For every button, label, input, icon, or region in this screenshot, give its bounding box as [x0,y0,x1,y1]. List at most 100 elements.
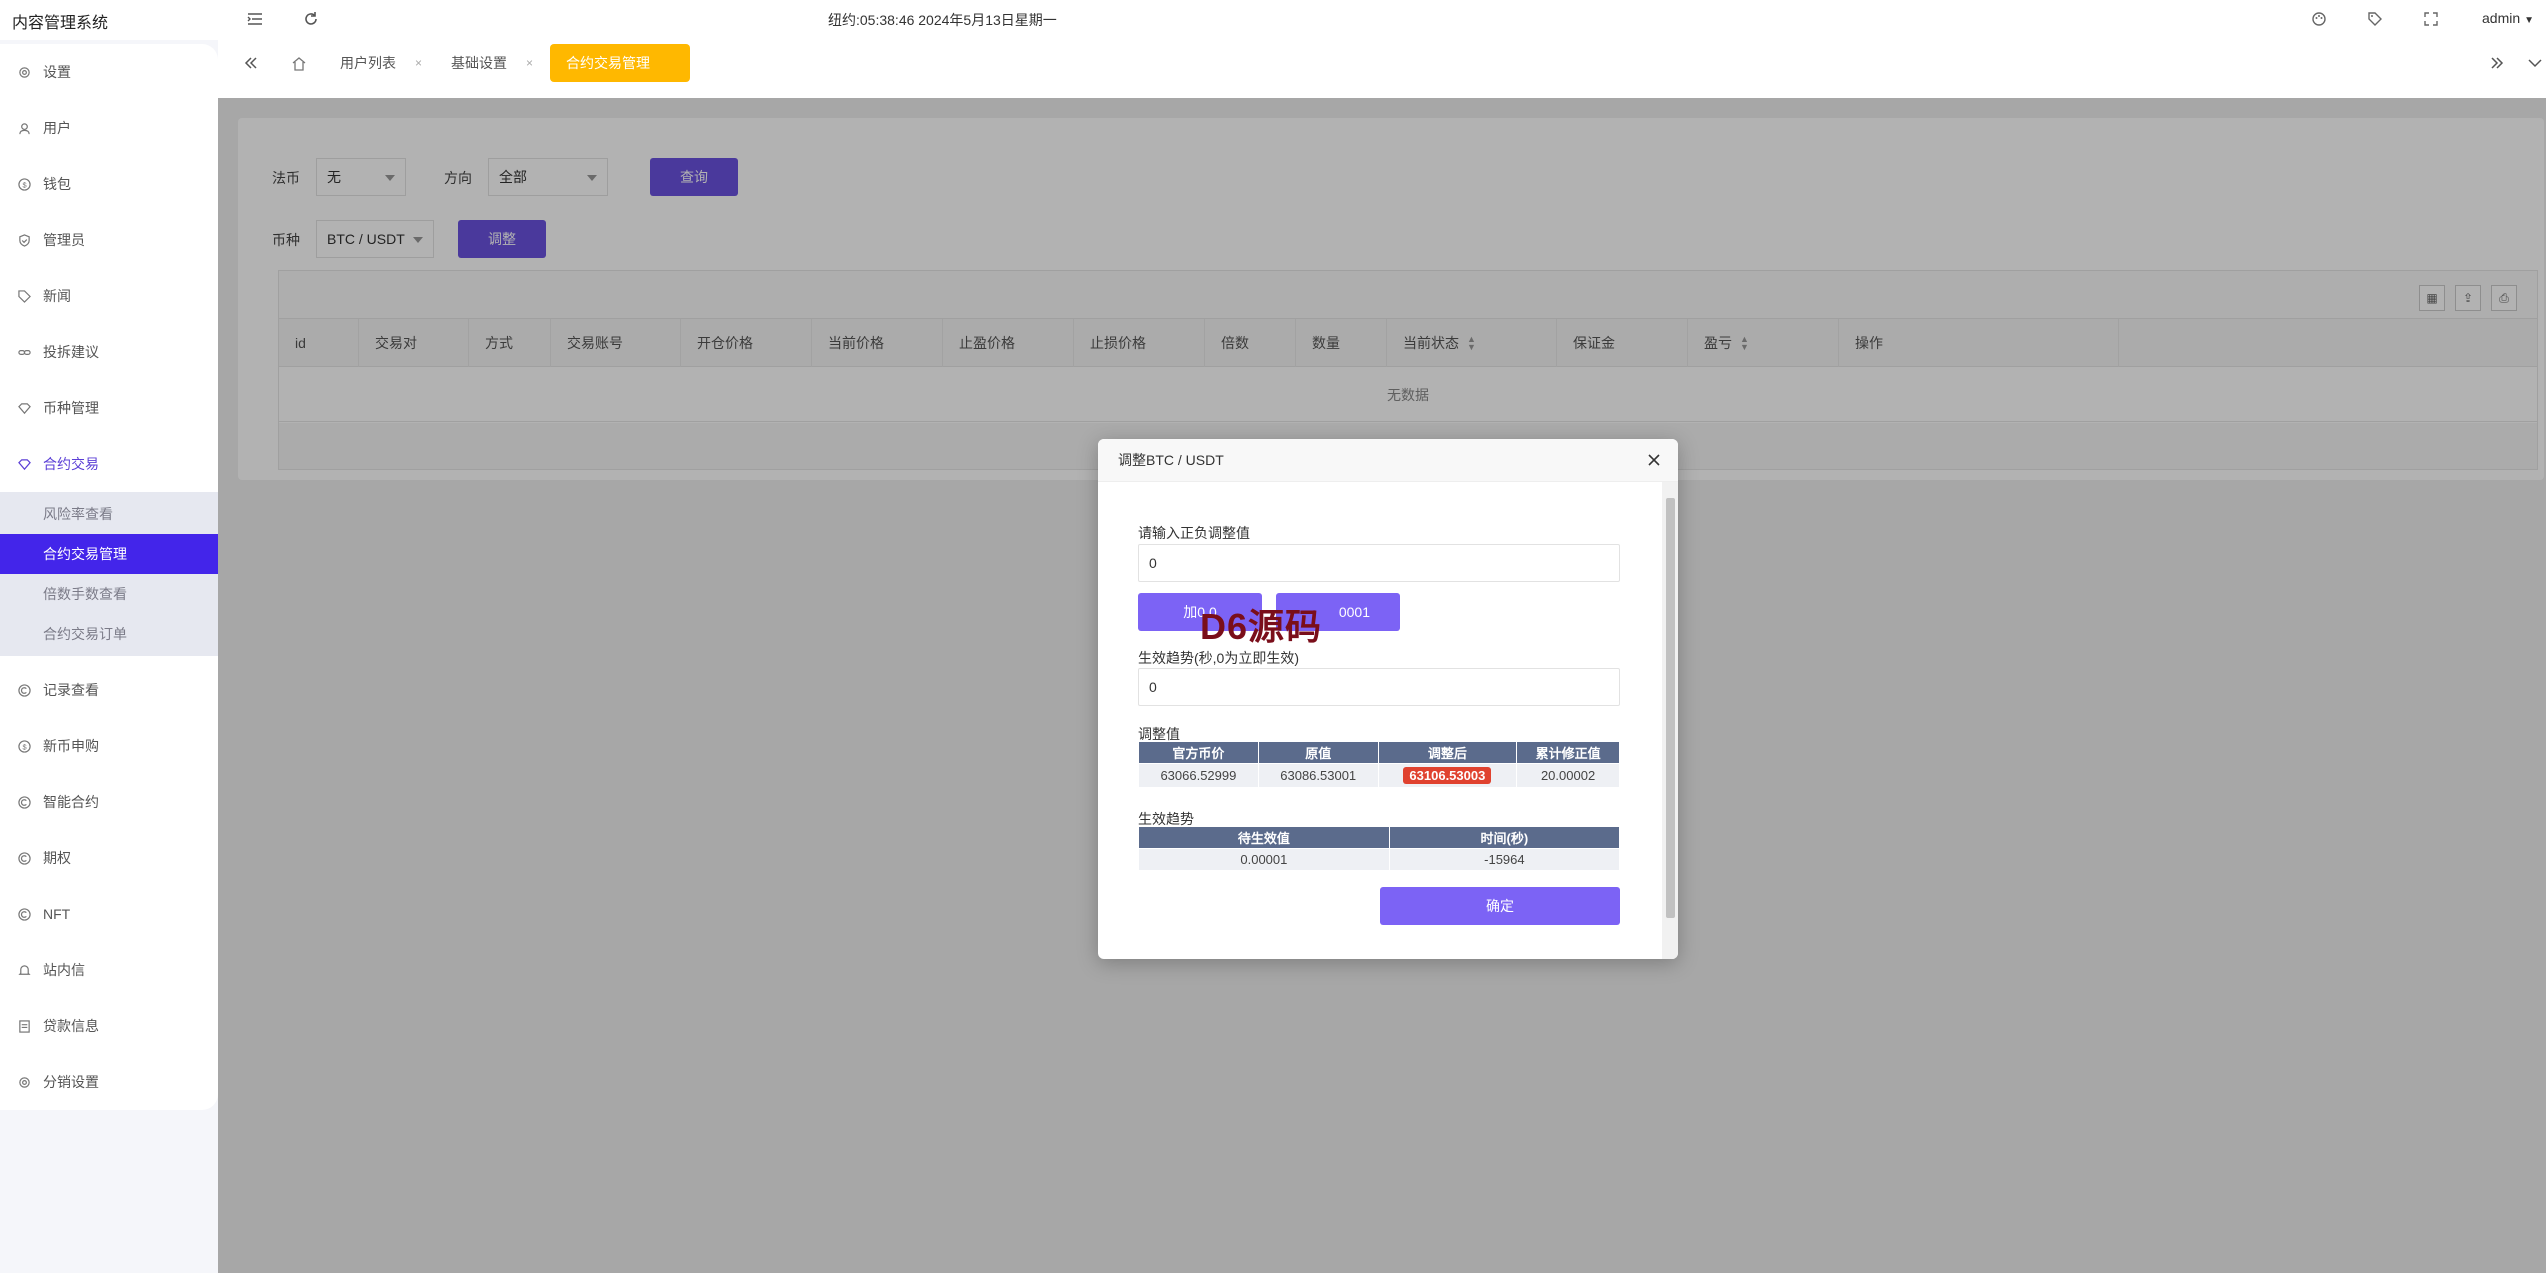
sidebar-item-label: 站内信 [43,962,85,978]
circle-c-icon [17,907,31,921]
sidebar-item-label: 合约交易 [43,456,99,472]
modal-scrollbar[interactable] [1662,482,1678,959]
sidebar-item-label: 新币申购 [43,738,99,754]
tag-icon[interactable] [2366,10,2384,28]
tab-contract-management[interactable]: 合约交易管理 [550,44,690,82]
sidebar-item-label: 分销设置 [43,1074,99,1090]
tag-icon [17,289,31,303]
submenu-item-contract-orders[interactable]: 合约交易订单 [0,614,218,654]
circle-c-icon [17,851,31,865]
submenu-item-risk-rate[interactable]: 风险率查看 [0,494,218,534]
sidebar: 设置 用户 $ 钱包 管理员 新闻 投拆建议 币种管理 合约交易 风险率查看 合约… [0,44,218,1110]
sidebar-item-feedback[interactable]: 投拆建议 [0,324,218,380]
app-title: 内容管理系统 [12,15,109,32]
table-cell: -15964 [1388,848,1621,871]
sidebar-item-contract-trading[interactable]: 合约交易 [0,436,218,492]
table-header-cell: 时间(秒) [1388,826,1621,849]
home-icon[interactable] [290,54,308,72]
palette-icon[interactable] [2310,10,2328,28]
tab-user-list[interactable]: 用户列表 [340,44,396,82]
caret-down-icon: ▼ [2524,15,2535,26]
table-header-cell: 官方币价 [1138,741,1259,764]
sidebar-item-label: 用户 [43,120,71,136]
table-header-cell: 原值 [1257,741,1379,764]
table-cell: 0.00001 [1138,848,1390,871]
document-icon [17,1019,31,1033]
link-icon [17,345,31,359]
sidebar-item-label: 期权 [43,850,71,866]
close-icon[interactable] [1644,450,1664,470]
watermark: D6源码 [1200,606,1323,647]
adjust-value-input[interactable]: 0 [1138,544,1620,582]
trend-table: 待生效值 时间(秒) 0.00001 -15964 [1138,826,1621,871]
sidebar-item-label: 币种管理 [43,400,99,416]
sidebar-item-label: NFT [43,906,71,922]
table-header-cell: 累计修正值 [1516,741,1620,764]
sidebar-item-label: 记录查看 [43,682,99,698]
sidebar-item-label: 贷款信息 [43,1018,99,1034]
tab-label: 合约交易管理 [566,55,650,71]
scrollbar-thumb[interactable] [1666,498,1675,918]
delay-input[interactable]: 0 [1138,668,1620,706]
sidebar-item-coins[interactable]: 币种管理 [0,380,218,436]
sidebar-item-loans[interactable]: 贷款信息 [0,998,218,1054]
table-header-cell: 调整后 [1377,741,1518,764]
submenu-item-leverage[interactable]: 倍数手数查看 [0,574,218,614]
sidebar-item-label: 管理员 [43,232,85,248]
dollar-icon: $ [17,739,31,753]
double-chevron-left-icon[interactable] [242,54,260,72]
bell-icon [17,963,31,977]
sidebar-item-wallet[interactable]: $ 钱包 [0,156,218,212]
submenu-contract-trading: 风险率查看 合约交易管理 倍数手数查看 合约交易订单 [0,492,218,656]
adjust-modal: 调整BTC / USDT 请输入正负调整值 0 加0.0 0001 生效趋势(秒… [1098,439,1678,959]
diamond-icon [17,457,31,471]
chevron-down-icon[interactable] [2526,54,2544,72]
refresh-icon[interactable] [302,10,320,28]
sidebar-item-label: 新闻 [43,288,71,304]
adjust-value-label: 请输入正负调整值 [1138,525,1250,541]
sidebar-item-label: 投拆建议 [43,344,99,360]
circle-c-icon [17,683,31,697]
submenu-item-contract-management[interactable]: 合约交易管理 [0,534,218,574]
table-cell: 63066.52999 [1138,763,1259,788]
adjusted-value-badge: 63106.53003 [1403,767,1492,784]
sidebar-item-nft[interactable]: NFT [0,886,218,942]
sidebar-item-records[interactable]: 记录查看 [0,662,218,718]
sidebar-item-label: 钱包 [43,176,71,192]
sidebar-item-ipo[interactable]: $ 新币申购 [0,718,218,774]
dollar-icon: $ [17,177,31,191]
sidebar-item-admins[interactable]: 管理员 [0,212,218,268]
sidebar-item-smart-contract[interactable]: 智能合约 [0,774,218,830]
gear-icon [17,65,31,79]
sidebar-item-distribution[interactable]: 分销设置 [0,1054,218,1110]
username: admin [2482,10,2521,26]
modal-title: 调整BTC / USDT [1098,439,1678,482]
diamond-icon [17,401,31,415]
tab-close-icon[interactable]: × [526,56,533,70]
table-cell: 63086.53001 [1257,763,1379,788]
delay-label: 生效趋势(秒,0为立即生效) [1138,650,1299,666]
table-cell-highlight: 63106.53003 [1377,763,1518,788]
modal-body: 请输入正负调整值 0 加0.0 0001 生效趋势(秒,0为立即生效) 0 调整… [1098,482,1658,959]
hamburger-icon[interactable] [246,10,264,28]
tabs-bar: 用户列表 × 基础设置 × 合约交易管理 [218,40,2546,98]
fullscreen-icon[interactable] [2422,10,2440,28]
sidebar-item-messages[interactable]: 站内信 [0,942,218,998]
sidebar-item-settings[interactable]: 设置 [0,44,218,100]
adjust-summary-table: 官方币价 原值 调整后 累计修正值 63066.52999 63086.5300… [1138,741,1620,788]
user-menu[interactable]: admin ▼ [2482,10,2534,26]
sidebar-item-users[interactable]: 用户 [0,100,218,156]
tab-close-icon[interactable]: × [415,56,422,70]
sidebar-item-news[interactable]: 新闻 [0,268,218,324]
sidebar-item-label: 设置 [43,64,71,80]
confirm-button[interactable]: 确定 [1380,887,1620,925]
circle-c-icon [17,795,31,809]
clock-display: 纽约:05:38:46 2024年5月13日星期一 [828,12,1057,28]
svg-text:$: $ [22,180,26,189]
sidebar-item-label: 智能合约 [43,794,99,810]
tab-basic-settings[interactable]: 基础设置 [451,44,507,82]
table-cell: 20.00002 [1516,763,1620,788]
sidebar-item-options[interactable]: 期权 [0,830,218,886]
double-chevron-right-icon[interactable] [2488,54,2506,72]
table-header-cell: 待生效值 [1138,826,1390,849]
